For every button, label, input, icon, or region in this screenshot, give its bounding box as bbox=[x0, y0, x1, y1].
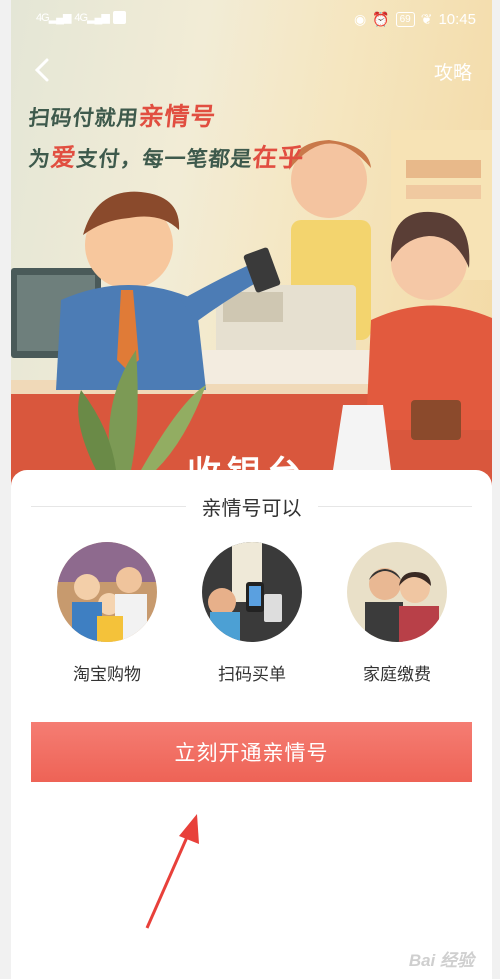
feature-home-bills[interactable]: 家庭缴费 bbox=[327, 542, 467, 685]
slogan-text: 为 bbox=[27, 147, 52, 171]
status-time: 10:45 bbox=[438, 11, 476, 28]
feature-card: 亲情号可以 淘宝购物 扫码买单 家庭缴费 立刻开通亲情号 Bai 经验 bbox=[11, 470, 492, 979]
section-title: 亲情号可以 bbox=[201, 495, 302, 520]
guide-link[interactable]: 攻略 bbox=[434, 58, 472, 85]
hero-slogan-line-1: 扫码付就用亲情号 bbox=[27, 97, 218, 133]
alarm-icon: ⏰ bbox=[372, 11, 390, 27]
slogan-text: 支付，每一笔都是 bbox=[75, 147, 254, 171]
feature-label: 淘宝购物 bbox=[73, 665, 141, 685]
slogan-highlight: 亲情号 bbox=[137, 102, 218, 131]
slogan-text: 扫码付就用 bbox=[27, 106, 140, 130]
slogan-highlight: 在乎 bbox=[251, 143, 306, 172]
phone-screen: 4G▂▄▆ 4G▂▄▆ ◉ ⏰ 69 ❦ 10:45 攻略 扫码付就用亲情号 为… bbox=[11, 0, 492, 979]
signal-icon-2: 4G▂▄▆ bbox=[74, 12, 109, 24]
hero-slogan-line-2: 为爱支付，每一笔都是在乎 bbox=[27, 138, 306, 174]
scan-pay-photo bbox=[202, 542, 302, 642]
signal-icon: 4G▂▄▆ bbox=[36, 12, 71, 24]
chevron-left-icon[interactable] bbox=[29, 56, 57, 84]
section-header: 亲情号可以 bbox=[31, 492, 472, 520]
feature-taobao-shopping[interactable]: 淘宝购物 bbox=[37, 542, 177, 685]
map-app-icon bbox=[112, 11, 126, 24]
status-bar: 4G▂▄▆ 4G▂▄▆ ◉ ⏰ 69 ❦ 10:45 bbox=[11, 0, 492, 40]
slogan-highlight: 爱 bbox=[49, 143, 79, 172]
open-family-account-button[interactable]: 立刻开通亲情号 bbox=[31, 722, 472, 782]
battery-icon: 69 bbox=[395, 12, 415, 27]
watermark: Bai 经验 bbox=[408, 951, 474, 970]
nav-bar: 攻略 bbox=[11, 48, 492, 92]
hero-banner: 4G▂▄▆ 4G▂▄▆ ◉ ⏰ 69 ❦ 10:45 攻略 扫码付就用亲情号 为… bbox=[11, 0, 492, 490]
feature-label: 家庭缴费 bbox=[363, 665, 431, 685]
leaf-icon: ❦ bbox=[420, 11, 433, 27]
eye-comfort-icon: ◉ bbox=[353, 11, 367, 27]
family-shopping-photo bbox=[57, 542, 157, 642]
divider bbox=[31, 505, 186, 507]
feature-label: 扫码买单 bbox=[218, 665, 286, 685]
feature-scan-pay[interactable]: 扫码买单 bbox=[182, 542, 322, 685]
divider bbox=[317, 505, 472, 507]
red-arrow-annotation bbox=[145, 814, 199, 929]
feature-list: 淘宝购物 扫码买单 家庭缴费 bbox=[11, 542, 492, 692]
elderly-couple-photo bbox=[347, 542, 447, 642]
